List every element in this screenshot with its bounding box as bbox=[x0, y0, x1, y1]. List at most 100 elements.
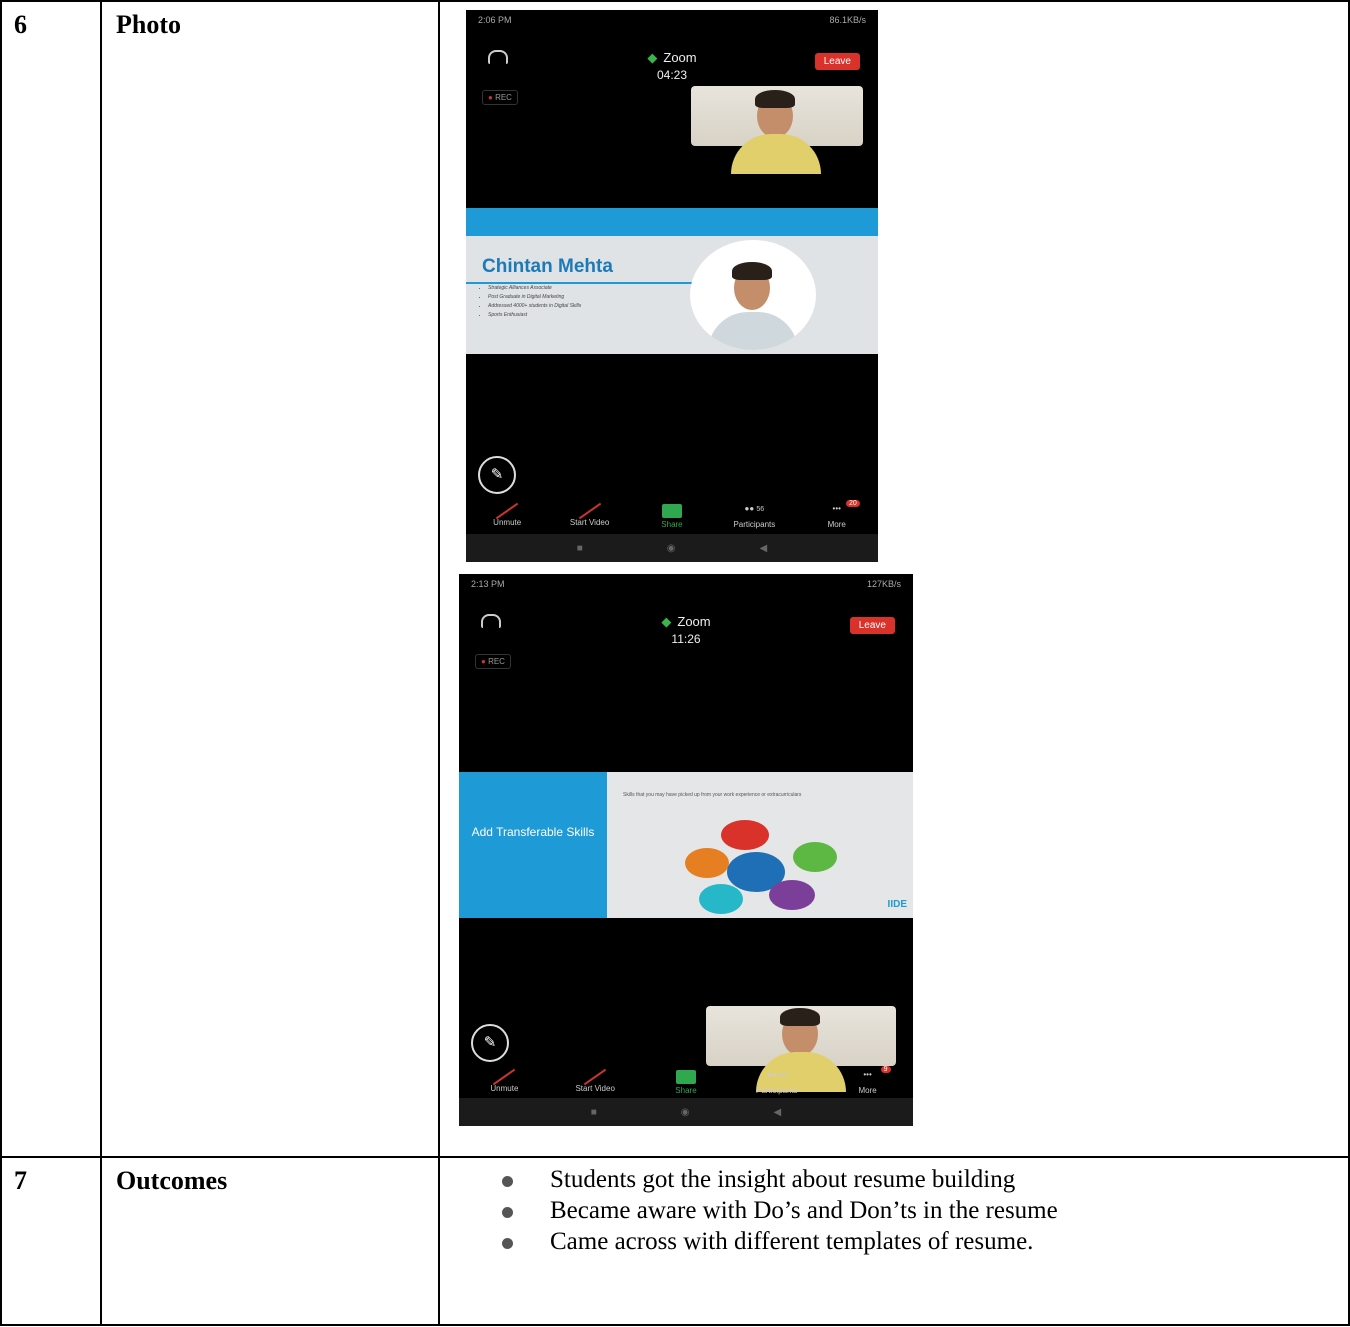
more-icon: ••• bbox=[863, 1070, 872, 1079]
table-row: 7 Outcomes Students got the insight abou… bbox=[0, 1156, 1350, 1326]
slide-text: Skills that you may have picked up from … bbox=[623, 792, 802, 798]
more-icon: ••• bbox=[832, 504, 841, 513]
slide-title-panel: Add Transferable Skills bbox=[459, 772, 607, 918]
speaker-photo bbox=[690, 240, 816, 350]
video-off-icon bbox=[583, 1068, 607, 1086]
slide-name: Chintan Mehta bbox=[482, 256, 613, 277]
diagram-node bbox=[699, 884, 743, 914]
row-number: 7 bbox=[0, 1156, 102, 1326]
mic-off-icon bbox=[495, 502, 519, 520]
row-number: 6 bbox=[0, 0, 102, 1158]
home-icon[interactable]: ◉ bbox=[681, 1107, 690, 1118]
list-item: Addressed 4000+ students in Digital Skil… bbox=[488, 302, 581, 311]
share-icon bbox=[675, 1070, 696, 1084]
status-speed: 86.1KB/s bbox=[829, 15, 866, 25]
share-button[interactable]: Share bbox=[651, 1070, 721, 1095]
more-button[interactable]: ••• 20 More bbox=[802, 500, 872, 529]
status-speed: 127KB/s bbox=[866, 579, 901, 589]
more-label: More bbox=[858, 1086, 877, 1095]
rec-label: REC bbox=[488, 657, 505, 666]
video-off-icon bbox=[578, 502, 601, 520]
meeting-title: ◆ Zoom bbox=[459, 614, 913, 630]
person-face bbox=[732, 262, 772, 310]
rec-label: REC bbox=[495, 93, 512, 102]
shared-slide: Chintan Mehta Strategic Alliances Associ… bbox=[466, 208, 878, 354]
shield-icon: ◆ bbox=[661, 614, 672, 629]
participants-label: Participants bbox=[733, 520, 776, 529]
diagram-node bbox=[769, 880, 815, 910]
app-name: Zoom bbox=[677, 614, 711, 629]
more-label: More bbox=[827, 520, 846, 529]
shared-slide: Add Transferable Skills Skills that you … bbox=[459, 772, 913, 918]
mic-off-icon bbox=[493, 1068, 516, 1086]
unmute-button[interactable]: Unmute bbox=[472, 502, 542, 529]
slide-logo: IIDE bbox=[887, 899, 907, 910]
share-icon bbox=[661, 504, 682, 518]
diagram-node bbox=[793, 842, 837, 872]
recents-icon[interactable]: ■ bbox=[577, 543, 583, 554]
participants-icon: ●● 56 bbox=[744, 504, 765, 513]
table-row: 6 Photo 2:06 PM 86.1KB/s ◆ Zoom 04:23 Lea… bbox=[0, 0, 1350, 1158]
meeting-timer: 04:23 bbox=[656, 68, 688, 82]
annotate-pencil-icon[interactable]: ✎ bbox=[471, 1024, 509, 1062]
share-label: Share bbox=[675, 1086, 697, 1095]
home-icon[interactable]: ◉ bbox=[667, 543, 676, 554]
share-label: Share bbox=[661, 520, 683, 529]
photo-cell: 2:06 PM 86.1KB/s ◆ Zoom 04:23 Leave ● REC… bbox=[438, 0, 1350, 1158]
zoom-screenshot-2: 2:13 PM 127KB/s ◆ Zoom 11:26 Leave ● REC … bbox=[459, 574, 913, 1126]
video-thumbnail bbox=[691, 86, 863, 174]
unmute-label: Unmute bbox=[493, 518, 522, 527]
rec-indicator: ● REC bbox=[475, 654, 511, 669]
status-bar: 2:13 PM 127KB/s bbox=[471, 579, 901, 589]
recents-icon[interactable]: ■ bbox=[591, 1107, 597, 1118]
start-video-button[interactable]: Start Video bbox=[555, 502, 625, 529]
person-face bbox=[755, 90, 795, 138]
participants-label: Participants bbox=[755, 1086, 798, 1095]
status-time: 2:06 PM bbox=[478, 15, 512, 25]
person-body bbox=[708, 312, 798, 350]
row-label: Photo bbox=[100, 0, 440, 1158]
status-bar: 2:06 PM 86.1KB/s bbox=[478, 15, 866, 25]
list-item: Became aware with Do’s and Don’ts in the… bbox=[502, 1195, 1348, 1226]
shield-icon: ◆ bbox=[647, 50, 658, 65]
app-name: Zoom bbox=[663, 50, 697, 65]
diagram-node bbox=[721, 820, 769, 850]
back-icon[interactable]: ◀ bbox=[774, 1107, 782, 1118]
slide-title: Add Transferable Skills bbox=[471, 825, 595, 839]
unmute-label: Unmute bbox=[490, 1084, 519, 1093]
back-icon[interactable]: ◀ bbox=[760, 543, 768, 554]
unmute-button[interactable]: Unmute bbox=[469, 1068, 539, 1095]
participants-icon: ●● 89 bbox=[766, 1070, 787, 1079]
share-button[interactable]: Share bbox=[637, 504, 707, 529]
list-item: Strategic Alliances Associate bbox=[488, 284, 581, 293]
status-time: 2:13 PM bbox=[471, 579, 505, 589]
participants-count: 89 bbox=[778, 1072, 787, 1079]
row-label: Outcomes bbox=[100, 1156, 440, 1326]
meeting-toolbar: Unmute Start Video Share ●● 56 Participan… bbox=[466, 500, 878, 529]
meeting-toolbar: Unmute Start Video Share ●● 89 Participan… bbox=[459, 1066, 913, 1095]
diagram-node bbox=[685, 848, 729, 878]
report-table: 6 Photo 2:06 PM 86.1KB/s ◆ Zoom 04:23 Lea… bbox=[0, 0, 1350, 1326]
video-thumbnail bbox=[706, 1006, 896, 1092]
video-label: Start Video bbox=[569, 518, 610, 527]
person-face bbox=[780, 1008, 820, 1056]
list-item: Sports Enthusiast bbox=[488, 311, 581, 320]
list-item: Students got the insight about resume bu… bbox=[502, 1164, 1348, 1195]
leave-button[interactable]: Leave bbox=[814, 53, 860, 70]
annotate-pencil-icon[interactable]: ✎ bbox=[478, 456, 516, 494]
participants-button[interactable]: ●● 56 Participants bbox=[719, 504, 789, 529]
slide-band bbox=[466, 208, 878, 236]
slide-bullets: Strategic Alliances Associate Post Gradu… bbox=[476, 284, 581, 320]
leave-button[interactable]: Leave bbox=[849, 617, 895, 634]
video-label: Start Video bbox=[575, 1084, 615, 1093]
start-video-button[interactable]: Start Video bbox=[560, 1068, 630, 1095]
person-body bbox=[731, 134, 821, 174]
meeting-timer: 11:26 bbox=[671, 632, 701, 646]
more-button[interactable]: ••• 9 More bbox=[833, 1066, 903, 1095]
participants-count: 56 bbox=[756, 506, 765, 513]
participants-button[interactable]: ●● 89 Participants bbox=[742, 1070, 812, 1095]
zoom-screenshot-1: 2:06 PM 86.1KB/s ◆ Zoom 04:23 Leave ● REC… bbox=[466, 10, 878, 562]
notification-badge: 20 bbox=[845, 500, 860, 507]
rec-indicator: ● REC bbox=[482, 90, 518, 105]
android-nav-bar: ■ ◉ ◀ bbox=[459, 1098, 913, 1126]
